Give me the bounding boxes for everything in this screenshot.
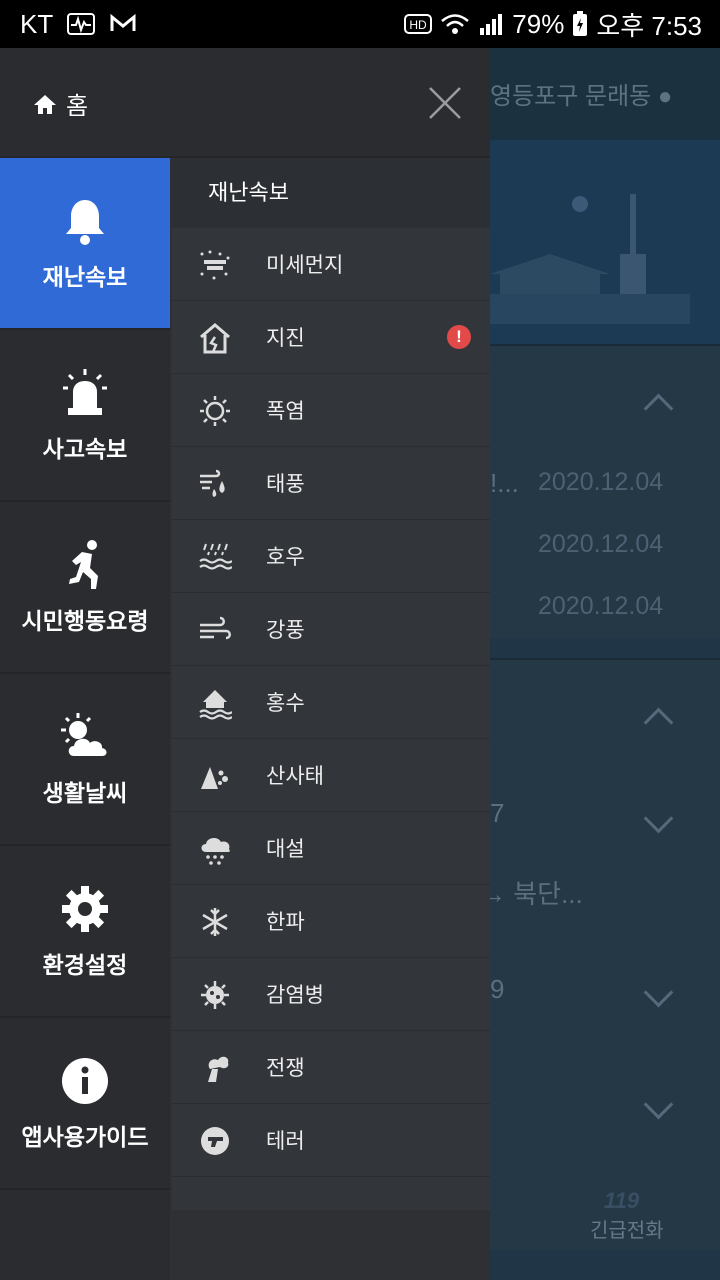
heavy-snow-icon — [201, 838, 230, 865]
menu-item-war[interactable]: 전쟁 — [172, 1031, 490, 1104]
bg-emergency-call: 119 긴급전화 — [590, 1188, 664, 1242]
drawer-footer — [172, 1210, 490, 1280]
battery-icon — [573, 11, 588, 36]
menu-item-label: 강풍 — [266, 619, 305, 642]
menu-item-heavy-snow[interactable]: 대설 — [172, 812, 490, 885]
category-citizen-guide[interactable]: 시민행동요령 — [0, 502, 170, 674]
phone-119-icon: 119 — [604, 1188, 640, 1213]
heavy-rain-icon — [199, 543, 232, 570]
mail-icon — [110, 13, 136, 31]
menu-item-label: 태풍 — [266, 473, 305, 496]
bg-number: 9 — [490, 974, 505, 1004]
menu-item-terror[interactable]: 테러 — [172, 1104, 490, 1177]
menu-item-label: 지진 — [266, 327, 305, 350]
category-label: 생활날씨 — [42, 780, 128, 806]
bg-number: 7 — [490, 798, 505, 828]
menu-item-label: 대설 — [266, 838, 305, 861]
wifi-icon — [441, 14, 470, 34]
drawer-header: 홈 — [0, 48, 490, 158]
close-icon[interactable] — [424, 82, 466, 124]
flood-icon — [199, 690, 232, 720]
menu-item-strong-wind[interactable]: 강풍 — [172, 593, 490, 666]
hd-icon: HD — [404, 14, 433, 34]
city-skyline-icon — [480, 194, 690, 324]
home-link[interactable]: 홈 — [32, 86, 88, 121]
home-icon — [34, 94, 56, 114]
running-person-icon — [69, 540, 98, 589]
cold-wave-icon — [202, 908, 228, 936]
category-label: 환경설정 — [42, 952, 128, 978]
status-bar: KT HD 79% 오후 7:53 — [0, 0, 720, 48]
category-label: 재난속보 — [42, 264, 128, 290]
menu-item-flood[interactable]: 홍수 — [172, 666, 490, 739]
home-label: 홈 — [66, 93, 89, 120]
category-label: 앱사용가이드 — [21, 1124, 149, 1150]
navigation-drawer: 홈 재난속보 사고속보 시민행동요령 생활날씨 환경설정 앱사용가이드 재난속보… — [0, 48, 490, 1280]
alert-badge: ! — [447, 325, 471, 349]
menu-item-earthquake[interactable]: 지진 ! — [172, 301, 490, 374]
category-rail: 재난속보 사고속보 시민행동요령 생활날씨 환경설정 앱사용가이드 — [0, 158, 170, 1280]
menu-item-label: 감염병 — [266, 984, 324, 1007]
activity-icon — [67, 13, 96, 35]
menu-item-label: 폭염 — [266, 400, 305, 423]
battery-percent: 79% — [512, 8, 565, 39]
category-label: 사고속보 — [42, 436, 128, 462]
bg-date: 2020.12.04 — [538, 530, 664, 558]
typhoon-icon — [200, 469, 225, 497]
category-app-guide[interactable]: 앱사용가이드 — [0, 1018, 170, 1190]
menu-item-label: 한파 — [266, 911, 305, 934]
category-accident-alert[interactable]: 사고속보 — [0, 330, 170, 502]
weather-icon — [61, 713, 107, 756]
submenu: 재난속보 미세먼지 지진 ! 폭염 태풍 호우 강풍 홍수 산사태 대설 한파 … — [172, 158, 490, 1210]
menu-item-label: 홍수 — [266, 692, 305, 715]
bg-date: 2020.12.04 — [538, 468, 664, 496]
earthquake-icon — [200, 323, 230, 354]
bell-icon — [66, 200, 104, 245]
menu-item-infection[interactable]: 감염병 — [172, 958, 490, 1031]
carrier-label: KT — [20, 8, 54, 39]
menu-item-label: 호우 — [266, 546, 305, 569]
submenu-title: 재난속보 — [172, 158, 490, 228]
fine-dust-icon — [200, 250, 230, 280]
svg-text:HD: HD — [410, 18, 428, 32]
menu-item-typhoon[interactable]: 태풍 — [172, 447, 490, 520]
menu-item-label: 미세먼지 — [266, 254, 344, 277]
menu-item-label: 전쟁 — [266, 1057, 305, 1080]
category-disaster-alert[interactable]: 재난속보 — [0, 158, 170, 330]
menu-item-fine-dust[interactable]: 미세먼지 — [172, 228, 490, 301]
signal-icon — [480, 14, 503, 35]
menu-item-landslide[interactable]: 산사태 — [172, 739, 490, 812]
war-icon — [208, 1056, 229, 1082]
infection-icon — [201, 981, 229, 1009]
bg-snippet: !... — [490, 468, 519, 498]
landslide-icon — [201, 767, 228, 789]
siren-icon — [63, 369, 107, 415]
strong-wind-icon — [200, 616, 231, 640]
category-weather[interactable]: 생활날씨 — [0, 674, 170, 846]
menu-item-label: 테러 — [266, 1130, 305, 1153]
menu-item-heatwave[interactable]: 폭염 — [172, 374, 490, 447]
bg-location: 영등포구 문래동 ● — [490, 83, 673, 110]
bg-snippet: → 북단... — [480, 879, 583, 909]
info-icon — [62, 1058, 108, 1104]
category-settings[interactable]: 환경설정 — [0, 846, 170, 1018]
clock: 오후 7:53 — [596, 10, 702, 41]
menu-item-heavy-rain[interactable]: 호우 — [172, 520, 490, 593]
terror-icon — [201, 1127, 229, 1155]
menu-item-label: 산사태 — [266, 765, 324, 788]
menu-item-cold-wave[interactable]: 한파 — [172, 885, 490, 958]
heatwave-icon — [200, 396, 230, 426]
location-pin-icon: ● — [657, 83, 673, 110]
category-label: 시민행동요령 — [21, 608, 149, 634]
bg-date: 2020.12.04 — [538, 592, 664, 620]
gear-icon — [62, 886, 108, 932]
